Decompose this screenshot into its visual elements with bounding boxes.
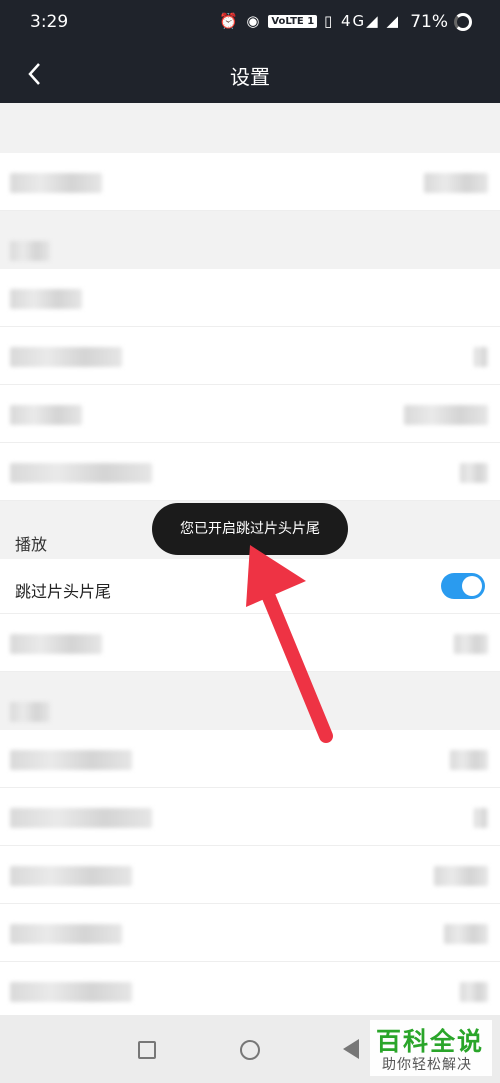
redacted-label	[10, 634, 102, 654]
list-item[interactable]	[0, 614, 500, 672]
redacted-label	[10, 405, 82, 425]
redacted-value	[460, 982, 488, 1002]
redacted-value	[460, 463, 488, 483]
section-title-play: 播放	[15, 535, 48, 554]
redacted-label	[10, 289, 82, 309]
recents-icon[interactable]	[138, 1041, 156, 1059]
skip-intro-outro-row[interactable]: 跳过片头片尾	[0, 559, 500, 614]
list-item[interactable]	[0, 904, 500, 962]
volte-badge: VoLTE 1	[268, 15, 318, 28]
redacted-section-title	[10, 241, 50, 261]
redacted-label	[10, 750, 132, 770]
battery-percent: 71%	[410, 12, 448, 32]
watermark-subtitle: 助你轻松解决	[382, 1057, 472, 1073]
redacted-label	[10, 866, 132, 886]
redacted-value	[454, 634, 488, 654]
redacted-value	[434, 866, 488, 886]
redacted-label	[10, 173, 102, 193]
redacted-value	[444, 924, 488, 944]
home-icon[interactable]	[240, 1040, 260, 1060]
signal-icons: ▯ 4G◢ ◢	[323, 12, 400, 30]
skip-intro-outro-label: 跳过片头片尾	[15, 582, 112, 601]
section-header	[0, 672, 500, 730]
redacted-label	[10, 924, 122, 944]
toast-message: 您已开启跳过片头片尾	[152, 503, 348, 555]
watermark-logo: 百科全说 助你轻松解决	[370, 1020, 492, 1076]
toggle-knob	[462, 576, 482, 596]
list-item[interactable]	[0, 443, 500, 501]
battery-icon	[454, 13, 472, 31]
section-header	[0, 211, 500, 269]
list-item[interactable]	[0, 385, 500, 443]
redacted-label	[10, 808, 152, 828]
back-triangle-icon[interactable]	[343, 1039, 359, 1059]
status-icons: ⏰ ◉ VoLTE 1 ▯ 4G◢ ◢	[219, 12, 400, 30]
list-item[interactable]	[0, 153, 500, 211]
redacted-value	[450, 750, 488, 770]
settings-list: 播放 跳过片头片尾	[0, 103, 500, 1015]
redacted-value	[474, 347, 488, 367]
list-item[interactable]	[0, 327, 500, 385]
list-item[interactable]	[0, 962, 500, 1015]
title-bar: 设置	[0, 44, 500, 103]
redacted-value	[474, 808, 488, 828]
redacted-value	[424, 173, 488, 193]
list-item[interactable]	[0, 730, 500, 788]
spacer	[0, 103, 500, 153]
skip-intro-outro-toggle[interactable]	[441, 573, 485, 599]
redacted-section-title	[10, 702, 50, 722]
page-title: 设置	[230, 65, 270, 89]
redacted-label	[10, 982, 132, 1002]
list-item[interactable]	[0, 269, 500, 327]
redacted-label	[10, 347, 122, 367]
redacted-label	[10, 463, 152, 483]
redacted-value	[404, 405, 488, 425]
list-item[interactable]	[0, 846, 500, 904]
status-bar: 3:29 ⏰ ◉ VoLTE 1 ▯ 4G◢ ◢ 71%	[0, 0, 500, 44]
alarm-hotspot-icons: ⏰ ◉	[218, 12, 262, 30]
status-time: 3:29	[30, 12, 69, 32]
watermark-title: 百科全说	[376, 1027, 485, 1056]
list-item[interactable]	[0, 788, 500, 846]
